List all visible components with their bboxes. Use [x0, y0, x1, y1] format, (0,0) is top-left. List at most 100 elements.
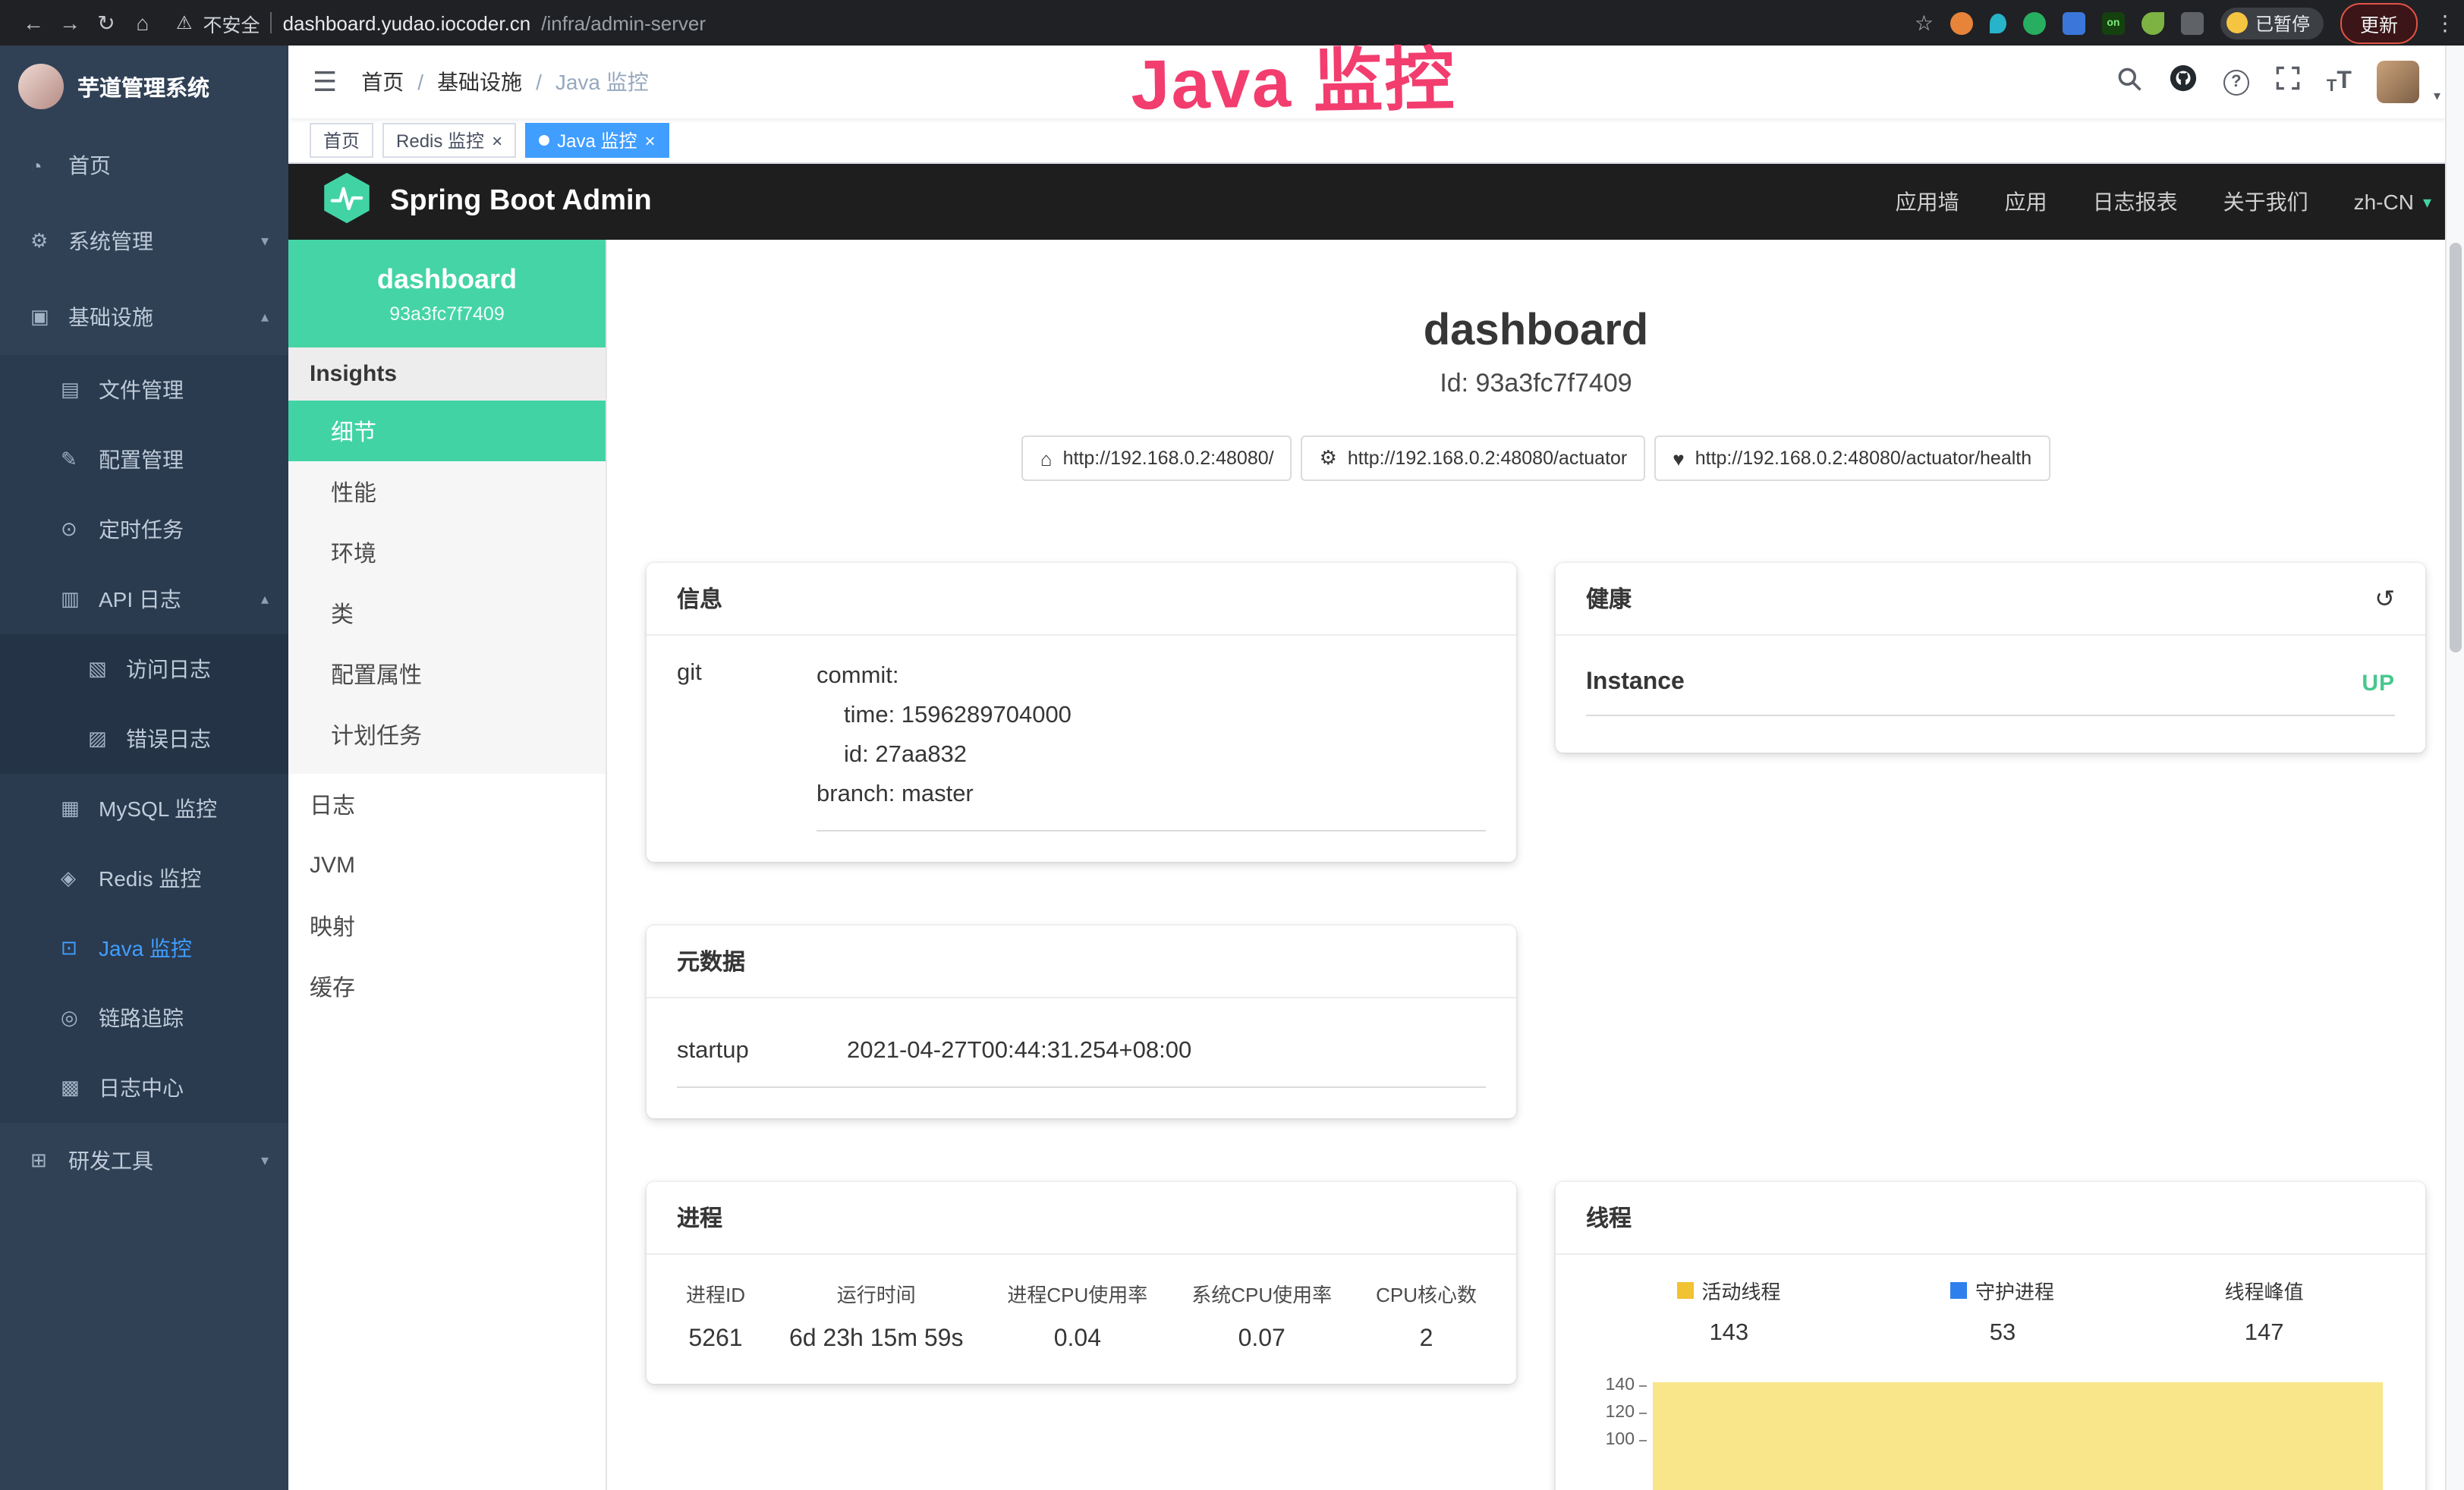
redis-icon: ◈ [61, 866, 91, 891]
threads-card: 线程 活动线程 143 守护进程 [1556, 1182, 2425, 1490]
breadcrumb-infrastructure[interactable]: 基础设施 [437, 67, 522, 97]
security-warning-icon[interactable]: ⚠ [176, 12, 193, 33]
chart-y-axis: 140 120 100 [1592, 1372, 1650, 1490]
sba-nav-wallboard[interactable]: 应用墙 [1896, 187, 1959, 217]
sidebar-item-file-manage[interactable]: ▤ 文件管理 [0, 355, 288, 425]
infrastructure-submenu: ▤ 文件管理 ✎ 配置管理 ⊙ 定时任务 ▥ API 日志 ▴ [0, 355, 288, 1123]
tab-java-monitor[interactable]: Java 监控 × [525, 123, 669, 158]
tab-redis-monitor[interactable]: Redis 监控 × [382, 123, 516, 158]
github-icon[interactable] [2169, 64, 2198, 100]
legend-peak-threads: 线程峰值 147 [2225, 1276, 2304, 1347]
back-button[interactable]: ← [15, 11, 52, 35]
sba-language-select[interactable]: zh-CN ▾ [2354, 190, 2431, 214]
home-icon: ⌂ [1040, 447, 1053, 470]
font-size-icon[interactable]: TT [2327, 68, 2352, 96]
wrench-icon: ⚙ [1320, 446, 1337, 470]
instance-id-line: Id: 93a3fc7f7409 [647, 369, 2425, 399]
sidebar-item-label: 文件管理 [99, 375, 184, 405]
tab-label: 首页 [323, 127, 360, 153]
chrome-update-button[interactable]: 更新 [2340, 2, 2418, 43]
breadcrumb-separator: / [417, 70, 423, 94]
breadcrumb-home[interactable]: 首页 [361, 67, 404, 97]
sidebar-item-api-log[interactable]: ▥ API 日志 ▴ [0, 564, 288, 634]
sba-item-details[interactable]: 细节 [288, 401, 606, 461]
address-bar[interactable]: ⚠ 不安全 dashboard.yudao.iocoder.cn /infra/… [176, 8, 706, 37]
help-icon[interactable]: ? [2223, 69, 2249, 95]
extension-icon-1[interactable] [1950, 11, 1973, 34]
sba-nav-applications[interactable]: 应用 [2005, 187, 2047, 217]
sidebar-item-config-manage[interactable]: ✎ 配置管理 [0, 425, 288, 495]
reload-button[interactable]: ↻ [88, 10, 124, 36]
profile-emoji-icon [2226, 12, 2248, 33]
sba-item-logs[interactable]: 日志 [288, 774, 606, 835]
sba-item-config-props[interactable]: 配置属性 [288, 643, 606, 704]
sidebar-item-cron-job[interactable]: ⊙ 定时任务 [0, 495, 288, 564]
sidebar-item-log-center[interactable]: ▩ 日志中心 [0, 1053, 288, 1123]
hamburger-button[interactable]: ☰ [313, 66, 337, 98]
extension-icon-2[interactable] [1990, 13, 2006, 33]
tab-close-icon[interactable]: × [644, 130, 655, 151]
sidebar-item-trace[interactable]: ◎ 链路追踪 [0, 983, 288, 1053]
security-label: 不安全 [203, 8, 260, 37]
extension-icon-6[interactable] [2141, 11, 2164, 34]
sidebar-item-devtools[interactable]: ⊞ 研发工具 ▾ [0, 1123, 288, 1199]
log-icon: ▥ [61, 587, 91, 611]
sba-item-mappings[interactable]: 映射 [288, 895, 606, 956]
error-log-icon: ▨ [88, 727, 118, 751]
sba-item-classes[interactable]: 类 [288, 583, 606, 643]
sba-item-scheduled-tasks[interactable]: 计划任务 [288, 704, 606, 765]
sidebar-item-java-monitor[interactable]: ⊡ Java 监控 [0, 913, 288, 983]
annotation-java-monitor: Java 监控 [1130, 24, 1456, 130]
sba-item-performance[interactable]: 性能 [288, 461, 606, 522]
extension-icon-4[interactable] [2063, 11, 2085, 34]
sba-instance-id: 93a3fc7f7409 [301, 303, 593, 325]
user-avatar[interactable] [2377, 61, 2420, 103]
bookmark-star-icon[interactable]: ☆ [1915, 10, 1934, 36]
chevron-up-icon: ▴ [261, 591, 269, 608]
service-url-link[interactable]: ⌂ http://192.168.0.2:48080/ [1022, 435, 1292, 481]
tab-close-icon[interactable]: × [492, 130, 502, 151]
avatar-caret-icon[interactable]: ▾ [2434, 87, 2440, 104]
actuator-url-link[interactable]: ⚙ http://192.168.0.2:48080/actuator [1301, 435, 1646, 481]
brand[interactable]: 芋道管理系统 [0, 46, 288, 127]
extension-icon-7[interactable] [2181, 11, 2204, 34]
sidebar-item-redis-monitor[interactable]: ◈ Redis 监控 [0, 844, 288, 913]
sba-item-caches[interactable]: 缓存 [288, 956, 606, 1017]
sba-nav-journal[interactable]: 日志报表 [2093, 187, 2178, 217]
scrollbar-thumb[interactable] [2450, 243, 2462, 652]
extension-icon-on[interactable]: on [2102, 11, 2125, 34]
forward-button[interactable]: → [52, 11, 88, 35]
home-button[interactable]: ⌂ [124, 11, 161, 35]
sidebar-item-system-manage[interactable]: ⚙ 系统管理 ▾ [0, 203, 288, 279]
sidebar-item-home[interactable]: ◔ 首页 [0, 127, 288, 203]
fullscreen-icon[interactable] [2275, 65, 2301, 99]
search-icon[interactable] [2116, 64, 2143, 99]
sba-section-title: Insights [288, 347, 606, 401]
sidebar-item-access-log[interactable]: ▧ 访问日志 [0, 634, 288, 704]
sba-main-content: dashboard Id: 93a3fc7f7409 ⌂ http://192.… [607, 240, 2464, 1490]
tab-home[interactable]: 首页 [310, 123, 373, 158]
sba-nav-about[interactable]: 关于我们 [2223, 187, 2308, 217]
history-refresh-icon[interactable]: ↺ [2374, 583, 2395, 614]
metadata-row: startup 2021-04-27T00:44:31.254+08:00 [677, 1020, 1486, 1088]
sidebar-item-label: Redis 监控 [99, 863, 201, 894]
sba-item-environment[interactable]: 环境 [288, 522, 606, 583]
breadcrumb-separator: / [536, 70, 542, 94]
sidebar-item-infrastructure[interactable]: ▣ 基础设施 ▴ [0, 279, 288, 355]
sidebar-item-error-log[interactable]: ▨ 错误日志 [0, 704, 288, 774]
page-scrollbar[interactable] [2445, 46, 2464, 1490]
main-sidebar: 芋道管理系统 ◔ 首页 ⚙ 系统管理 ▾ ▣ 基础设施 ▴ [0, 46, 288, 1490]
health-url-link[interactable]: ♥ http://192.168.0.2:48080/actuator/heal… [1654, 435, 2050, 481]
sidebar-item-mysql-monitor[interactable]: ▦ MySQL 监控 [0, 774, 288, 844]
sba-brand-title[interactable]: Spring Boot Admin [390, 185, 652, 218]
sba-item-jvm[interactable]: JVM [288, 835, 606, 895]
threads-chart: 140 120 100 [1592, 1372, 2389, 1490]
header-actions: ? TT ▾ [2116, 60, 2440, 104]
sba-instance-header[interactable]: dashboard 93a3fc7f7409 [288, 240, 606, 347]
link-url: http://192.168.0.2:48080/actuator/health [1695, 448, 2031, 469]
profile-paused-chip[interactable]: 已暂停 [2220, 7, 2324, 39]
tools-icon: ⊞ [30, 1149, 61, 1173]
health-row: Instance UP [1586, 645, 2395, 716]
browser-menu-icon[interactable]: ⋮ [2434, 10, 2450, 36]
extension-icon-3[interactable] [2023, 11, 2046, 34]
